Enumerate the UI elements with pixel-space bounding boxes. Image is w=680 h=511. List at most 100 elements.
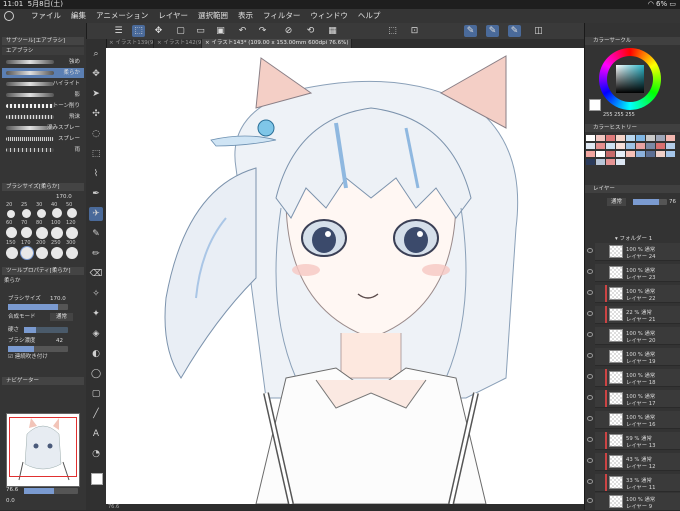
size-60[interactable] <box>6 227 17 238</box>
layer-opacity-value[interactable]: 76 <box>669 198 676 206</box>
navigator-view-frame[interactable] <box>9 417 77 477</box>
layer-row-9[interactable]: 100 % 通常 レイヤー 9 <box>587 493 680 511</box>
main-color-swatch[interactable] <box>89 471 103 485</box>
airbrush-icon[interactable]: ✈ <box>89 207 103 221</box>
size-20[interactable] <box>7 210 15 218</box>
move-icon[interactable]: ✥ <box>152 25 165 37</box>
menu-animation[interactable]: アニメーション <box>91 9 153 23</box>
layer-row-21[interactable]: 22 % 通常 レイヤー 21 <box>587 306 680 324</box>
subtool-group[interactable]: エアブラシ <box>2 47 84 55</box>
layer-row-12[interactable]: 43 % 通常 レイヤー 12 <box>587 453 680 471</box>
blend-select[interactable]: 通常 <box>50 313 74 321</box>
fill-tool-icon[interactable]: ◈ <box>89 327 103 341</box>
size-170[interactable] <box>21 247 33 259</box>
layer-folder[interactable]: ▾ フォルダー 1 <box>615 235 652 243</box>
shape-icon[interactable]: ◯ <box>89 367 103 381</box>
fill-icon[interactable]: ▦ <box>326 25 339 37</box>
eraser-icon[interactable]: ⌫ <box>89 267 103 281</box>
clear-icon[interactable]: ⊘ <box>282 25 295 37</box>
size-300[interactable] <box>66 247 78 259</box>
layer-row-24[interactable]: 100 % 通常 レイヤー 24 <box>587 243 680 261</box>
layer-icon[interactable]: ◫ <box>532 25 545 37</box>
open-folder-icon[interactable]: ▭ <box>194 25 207 37</box>
brush-strong[interactable]: 強め <box>2 57 84 67</box>
tab-illust-142[interactable]: × イラスト142(9 <box>154 39 202 48</box>
blend-tool-icon[interactable]: ✧ <box>89 287 103 301</box>
color-square[interactable] <box>616 65 644 93</box>
pen-draw-icon[interactable]: ✎ <box>508 25 521 37</box>
decoration-icon[interactable]: ✦ <box>89 307 103 321</box>
menu-layer[interactable]: レイヤー <box>153 9 193 23</box>
menu-view[interactable]: 表示 <box>233 9 258 23</box>
size-120[interactable] <box>66 227 78 239</box>
layer-row-19[interactable]: 100 % 通常 レイヤー 19 <box>587 348 680 366</box>
hardness-slider[interactable] <box>24 327 68 333</box>
density-value[interactable]: 42 <box>56 337 63 345</box>
brush-icon[interactable]: ✎ <box>89 227 103 241</box>
brush-tone-scrape[interactable]: トーン削り <box>2 101 84 111</box>
layer-row-23[interactable]: 100 % 通常 レイヤー 23 <box>587 264 680 282</box>
size-150[interactable] <box>6 247 18 259</box>
new-file-icon[interactable]: ▢ <box>174 25 187 37</box>
frame-icon[interactable]: ▢ <box>89 387 103 401</box>
lasso-icon[interactable]: ◌ <box>89 127 103 141</box>
layer-row-11[interactable]: 33 % 通常 レイヤー 11 <box>587 474 680 492</box>
redo-icon[interactable]: ↷ <box>256 25 269 37</box>
layer-row-18[interactable]: 100 % 通常 レイヤー 18 <box>587 369 680 387</box>
zoom-tool-icon[interactable]: ⌕ <box>89 47 103 61</box>
size-30[interactable] <box>37 209 46 218</box>
menu-filter[interactable]: フィルター <box>258 9 305 23</box>
menu-file[interactable]: ファイル <box>26 9 66 23</box>
ruler-icon[interactable]: ╱ <box>89 407 103 421</box>
canvas-area[interactable] <box>106 48 584 504</box>
layer-row-16[interactable]: 100 % 通常 レイヤー 16 <box>587 411 680 429</box>
operation-tool-icon[interactable]: ➤ <box>89 87 103 101</box>
brushsize-prop-value[interactable]: 170.0 <box>50 295 66 303</box>
select-icon[interactable]: ⬚ <box>89 147 103 161</box>
pencil-icon[interactable]: ✏ <box>89 247 103 261</box>
size-25[interactable] <box>22 209 31 218</box>
layer-row-13[interactable]: 59 % 通常 レイヤー 13 <box>587 432 680 450</box>
canvas-zoom-bar[interactable]: 76.6 <box>106 504 584 510</box>
size-250[interactable] <box>51 247 63 259</box>
canvas-paper[interactable] <box>106 48 584 504</box>
layer-row-20[interactable]: 100 % 通常 レイヤー 20 <box>587 327 680 345</box>
color-history-grid[interactable] <box>585 133 680 181</box>
brush-spray[interactable]: スプレー <box>2 134 84 144</box>
layer-blend-select[interactable]: 通常 <box>607 198 627 206</box>
size-70[interactable] <box>21 227 32 238</box>
layer-opacity-slider[interactable] <box>633 199 667 205</box>
navigator-thumbnail[interactable] <box>6 413 80 487</box>
continuous-spray-checkbox[interactable]: ☑ 連続吹き付け <box>8 353 48 361</box>
size-80[interactable] <box>36 227 48 239</box>
brush-highlight[interactable]: ハイライト <box>2 79 84 89</box>
menu-edit[interactable]: 編集 <box>66 9 91 23</box>
undo-icon[interactable]: ↶ <box>236 25 249 37</box>
menu-icon[interactable]: ☰ <box>112 25 125 37</box>
brush-rain[interactable]: 雨 <box>2 145 84 155</box>
brush-shadow[interactable]: 影 <box>2 90 84 100</box>
menu-selection[interactable]: 選択範囲 <box>193 9 233 23</box>
selection-off-icon[interactable]: ⬚ <box>386 25 399 37</box>
move-tool-icon[interactable]: ✥ <box>89 67 103 81</box>
navigator-zoom[interactable]: 76.6 <box>6 486 18 494</box>
pen-icon[interactable]: ✒ <box>89 187 103 201</box>
save-icon[interactable]: ▣ <box>214 25 227 37</box>
gradient-icon[interactable]: ◐ <box>89 347 103 361</box>
menu-help[interactable]: ヘルプ <box>353 9 386 23</box>
app-logo-icon[interactable] <box>4 11 14 21</box>
size-50[interactable] <box>67 208 77 218</box>
density-slider[interactable] <box>8 346 68 352</box>
menu-window[interactable]: ウィンドウ <box>305 9 353 23</box>
eyedropper-icon[interactable]: ⌇ <box>89 167 103 181</box>
size-40[interactable] <box>52 208 62 218</box>
navigator-zoom-slider[interactable] <box>24 488 78 494</box>
size-200[interactable] <box>36 247 48 259</box>
select-tool-icon[interactable]: ⬚ <box>132 25 145 37</box>
navigator-rotate[interactable]: 0.0 <box>6 497 15 505</box>
crop-icon[interactable]: ⊡ <box>408 25 421 37</box>
brush-soft[interactable]: 柔らか <box>2 68 84 78</box>
color-wheel[interactable] <box>599 48 661 110</box>
text-tool-icon[interactable]: A <box>89 427 103 441</box>
layer-row-17[interactable]: 100 % 通常 レイヤー 17 <box>587 390 680 408</box>
